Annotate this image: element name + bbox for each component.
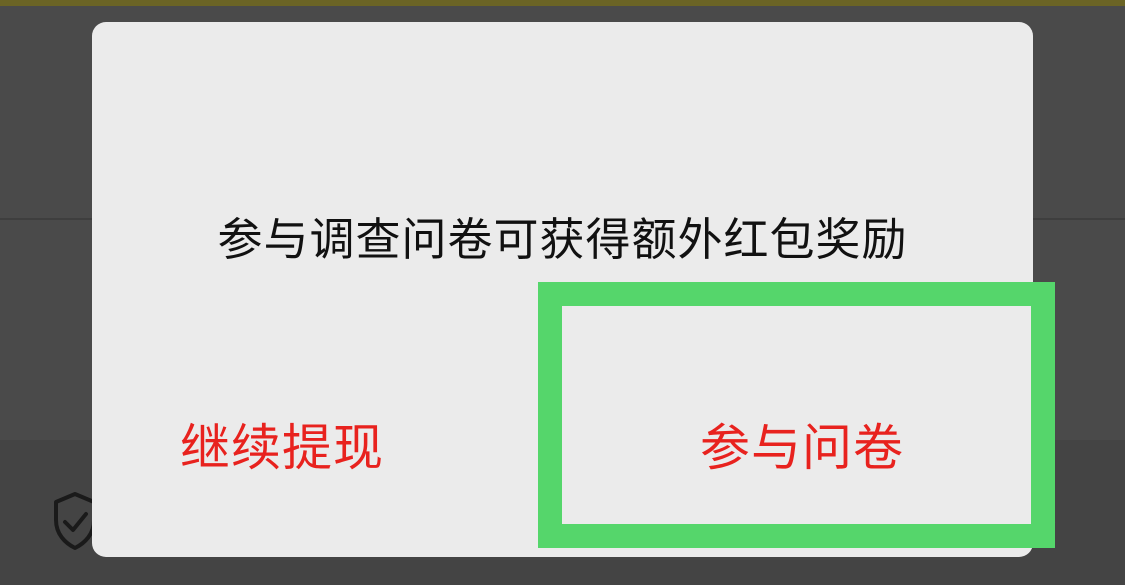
survey-dialog: 参与调查问卷可获得额外红包奖励 继续提现 参与问卷 [92,22,1033,557]
top-status-strip [0,0,1125,6]
dialog-message: 参与调查问卷可获得额外红包奖励 [217,213,908,266]
chevron-right-icon: › [1048,510,1057,535]
continue-withdraw-button[interactable]: 继续提现 [132,392,432,502]
survey-button[interactable]: 参与问卷 [562,392,1042,502]
